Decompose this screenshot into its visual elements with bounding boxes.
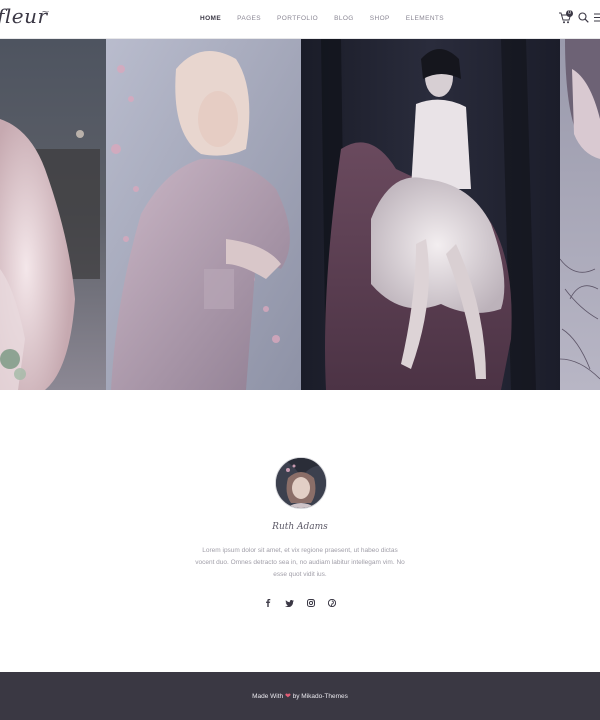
social-links — [262, 597, 338, 609]
gallery-image-4[interactable] — [560, 39, 600, 390]
menu-icon[interactable] — [594, 13, 600, 22]
logo-bird-icon: ⁓ — [42, 9, 49, 16]
nav-item-home[interactable]: HOME — [200, 15, 221, 22]
gallery-image-2[interactable] — [106, 39, 301, 390]
pinterest-icon[interactable] — [326, 597, 338, 609]
nav-item-elements[interactable]: ELEMENTS — [406, 15, 444, 22]
site-logo[interactable]: fleur — [0, 4, 48, 28]
nav-item-portfolio[interactable]: PORTFOLIO — [277, 15, 318, 22]
nav-item-shop[interactable]: SHOP — [370, 15, 390, 22]
twitter-icon[interactable] — [283, 597, 295, 609]
footer-credit: Made With ❤ by Mikado-Themes — [0, 692, 600, 700]
main-nav: HOME PAGES PORTFOLIO BLOG SHOP ELEMENTS — [200, 15, 460, 22]
site-footer: Made With ❤ by Mikado-Themes — [0, 672, 600, 720]
portfolio-gallery — [0, 39, 600, 390]
gallery-image-3[interactable] — [301, 39, 560, 390]
author-name: Ruth Adams — [272, 522, 328, 532]
footer-text-after[interactable]: by Mikado-Themes — [293, 693, 348, 700]
facebook-icon[interactable] — [262, 597, 274, 609]
nav-item-pages[interactable]: PAGES — [237, 15, 261, 22]
author-avatar — [275, 457, 327, 509]
author-bio: Lorem ipsum dolor sit amet, et vix regio… — [195, 547, 405, 578]
gallery-image-1[interactable] — [0, 39, 106, 390]
site-header: fleur ⁓ HOME PAGES PORTFOLIO BLOG SHOP E… — [0, 0, 600, 39]
cart-count-badge: 0 — [566, 10, 573, 17]
instagram-icon[interactable] — [305, 597, 317, 609]
search-icon[interactable] — [578, 12, 589, 23]
footer-text-before: Made With — [252, 693, 284, 700]
nav-item-blog[interactable]: BLOG — [334, 15, 354, 22]
author-section: Ruth Adams Lorem ipsum dolor sit amet, e… — [0, 390, 600, 672]
heart-icon: ❤ — [284, 693, 291, 700]
